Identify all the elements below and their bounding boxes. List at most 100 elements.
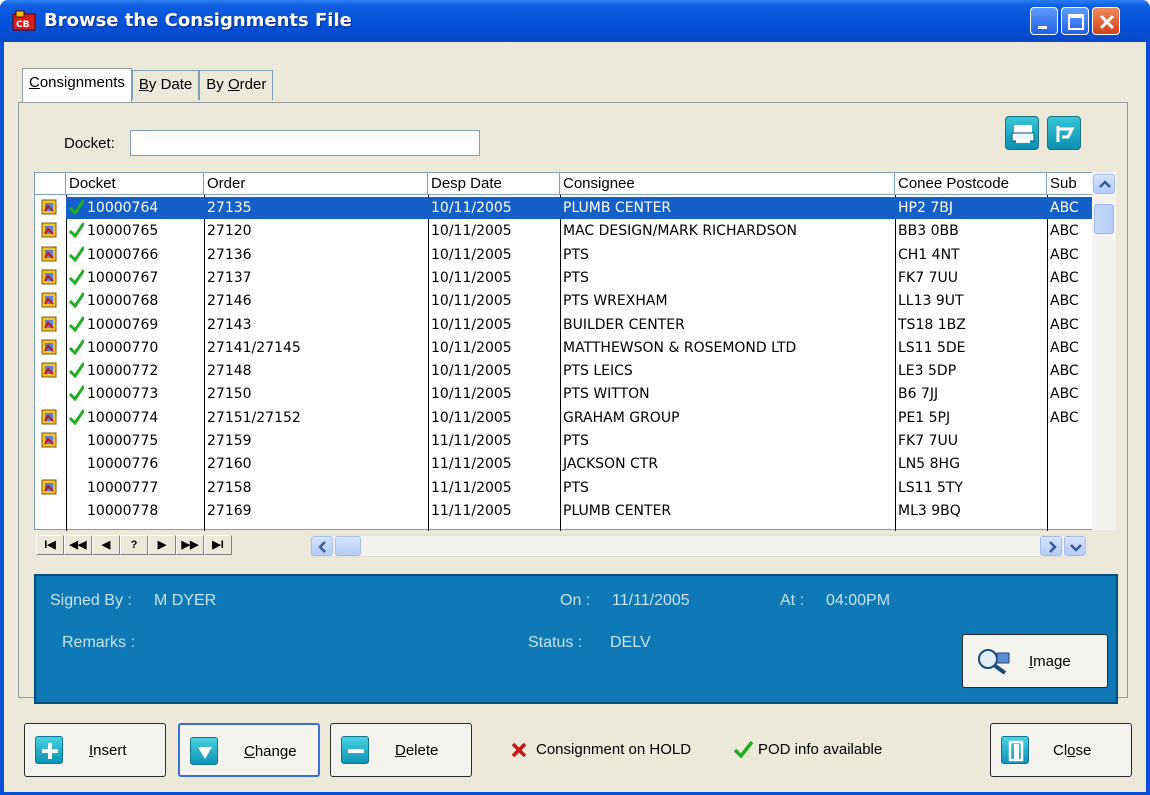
table-row[interactable]: 10000765 27120 10/11/2005 MAC DESIGN/MARK R…	[35, 220, 1095, 242]
delete-button[interactable]: Delete	[330, 723, 472, 777]
tab-by-date-mnemonic: B	[138, 76, 149, 93]
vertical-scroll-thumb[interactable]	[1094, 204, 1114, 234]
change-button[interactable]: Change	[178, 723, 320, 777]
tab-consignments[interactable]: Consignments	[22, 68, 132, 102]
prev-record-button[interactable]: ◀	[92, 535, 120, 555]
cell-desp-date: 10/11/2005	[431, 409, 512, 426]
next-page-button[interactable]: ▶▶	[176, 535, 204, 555]
cell-order: 27136	[207, 246, 252, 263]
prev-page-button[interactable]: ◀◀	[64, 535, 92, 555]
column-header-postcode[interactable]: Conee Postcode	[895, 173, 1047, 195]
cell-desp-date: 11/11/2005	[431, 502, 512, 519]
cell-docket: 10000778	[87, 502, 159, 519]
next-record-button[interactable]: ▶	[148, 535, 176, 555]
pod-check-icon	[66, 290, 84, 312]
cell-consignee: GRAHAM GROUP	[563, 409, 680, 426]
row-indicator	[35, 407, 66, 429]
row-indicator	[35, 337, 66, 359]
table-row[interactable]: 10000769 27143 10/11/2005 BUILDER CENTER TS1…	[35, 314, 1095, 336]
scroll-right-button[interactable]	[1040, 536, 1062, 556]
column-header-consignee[interactable]: Consignee	[560, 173, 895, 195]
tab-by-order-label: rder	[239, 76, 267, 93]
table-row[interactable]: 10000770 27141/27145 10/11/2005 MATTHEWSON …	[35, 337, 1095, 359]
table-row[interactable]: 10000773 27150 10/11/2005 PTS WITTON B6 7JJ A…	[35, 383, 1095, 405]
cell-order: 27146	[207, 293, 252, 310]
close-window-button[interactable]	[1092, 7, 1120, 35]
horizontal-scrollbar[interactable]	[310, 535, 1088, 557]
close-button[interactable]: Close	[990, 723, 1132, 777]
cell-order: 27169	[207, 502, 252, 519]
pod-check-icon	[66, 197, 84, 219]
attachment-icon	[41, 292, 57, 308]
chevron-up-icon	[1099, 180, 1111, 188]
cell-docket: 10000777	[87, 479, 159, 496]
attachment-icon	[41, 362, 57, 378]
attachment-icon	[41, 409, 57, 425]
pod-check-icon	[66, 267, 84, 289]
table-row[interactable]: 10000768 27146 10/11/2005 PTS WREXHAM LL13 9…	[35, 290, 1095, 312]
cell-order: 27150	[207, 386, 252, 403]
horizontal-scroll-thumb[interactable]	[335, 536, 361, 556]
cell-desp-date: 10/11/2005	[431, 386, 512, 403]
column-header-desp-date[interactable]: Desp Date	[428, 173, 560, 195]
table-row[interactable]: 10000767 27137 10/11/2005 PTS FK7 7UU ABC	[35, 267, 1095, 289]
cell-desp-date: 10/11/2005	[431, 246, 512, 263]
cell-sub	[1047, 500, 1095, 522]
cell-order: 27160	[207, 456, 252, 473]
table-row[interactable]: 10000774 27151/27152 10/11/2005 GRAHAM GROU…	[35, 407, 1095, 429]
table-row[interactable]: 10000764 27135 10/11/2005 PLUMB CENTER HP2 7…	[35, 197, 1095, 219]
tab-by-date[interactable]: By Date	[131, 70, 200, 100]
table-row[interactable]: 10000777 27158 11/11/2005 PTS LS11 5TY	[35, 477, 1095, 499]
last-record-button[interactable]: ▶I	[204, 535, 232, 555]
row-indicator	[35, 430, 66, 452]
cell-consignee: PTS WREXHAM	[563, 293, 668, 310]
cell-sub: ABC	[1050, 223, 1079, 240]
close-icon	[1099, 14, 1115, 30]
column-header-order[interactable]: Order	[204, 173, 428, 195]
at-label: At :	[780, 592, 805, 609]
column-header-sub[interactable]: Sub	[1047, 173, 1095, 195]
filter-button[interactable]	[1047, 116, 1081, 150]
minimize-icon	[1038, 26, 1047, 29]
scroll-left-button[interactable]	[311, 536, 333, 556]
triangle-down-icon	[190, 737, 218, 765]
print-button[interactable]	[1005, 116, 1039, 150]
image-button[interactable]: Image	[962, 634, 1108, 688]
attachment-icon	[41, 199, 57, 215]
table-row[interactable]: 10000766 27136 10/11/2005 PTS CH1 4NT ABC	[35, 244, 1095, 266]
query-button[interactable]: ?	[120, 535, 148, 555]
minimize-button[interactable]	[1030, 7, 1058, 35]
table-row[interactable]: 10000776 27160 11/11/2005 JACKSON CTR LN5 8H…	[35, 453, 1095, 475]
pod-check-icon	[66, 314, 84, 336]
tab-consignments-mnemonic: C	[29, 74, 40, 91]
insert-button[interactable]: Insert	[24, 723, 166, 777]
first-record-button[interactable]: I◀	[36, 535, 64, 555]
attachment-icon	[41, 316, 57, 331]
table-row[interactable]: 10000772 27148 10/11/2005 PTS LEICS LE3 5DP A…	[35, 360, 1095, 382]
column-header-docket[interactable]: Docket	[66, 173, 204, 195]
table-row[interactable]: 10000778 27169 11/11/2005 PLUMB CENTER ML3 9…	[35, 500, 1095, 522]
signed-by-value: M DYER	[154, 592, 217, 609]
table-row[interactable]: 10000775 27159 11/11/2005 PTS FK7 7UU	[35, 430, 1095, 452]
cell-consignee: PTS	[563, 269, 589, 286]
cell-desp-date: 10/11/2005	[431, 339, 512, 356]
row-indicator	[35, 477, 66, 499]
tab-by-order[interactable]: By Order	[199, 70, 274, 100]
scroll-down-button[interactable]	[1064, 536, 1086, 556]
title-bar[interactable]: CB Browse the Consignments File	[0, 0, 1150, 42]
docket-input[interactable]	[130, 130, 480, 156]
close-button-label: Close	[1053, 742, 1092, 759]
maximize-button[interactable]	[1061, 7, 1089, 35]
cell-docket: 10000768	[87, 293, 159, 310]
cell-docket: 10000775	[87, 433, 159, 449]
cell-order: 27137	[207, 269, 252, 286]
consignments-grid[interactable]: Docket Order Desp Date Consignee Conee P…	[34, 172, 1116, 531]
pod-check-icon	[66, 244, 84, 266]
cell-postcode: TS18 1BZ	[898, 316, 966, 333]
cell-order: 27159	[207, 433, 252, 449]
vertical-scrollbar[interactable]	[1092, 172, 1116, 530]
cell-consignee: PTS	[563, 246, 589, 263]
scroll-up-button[interactable]	[1093, 174, 1115, 194]
cell-sub: ABC	[1050, 409, 1079, 426]
cell-sub: ABC	[1050, 339, 1079, 356]
